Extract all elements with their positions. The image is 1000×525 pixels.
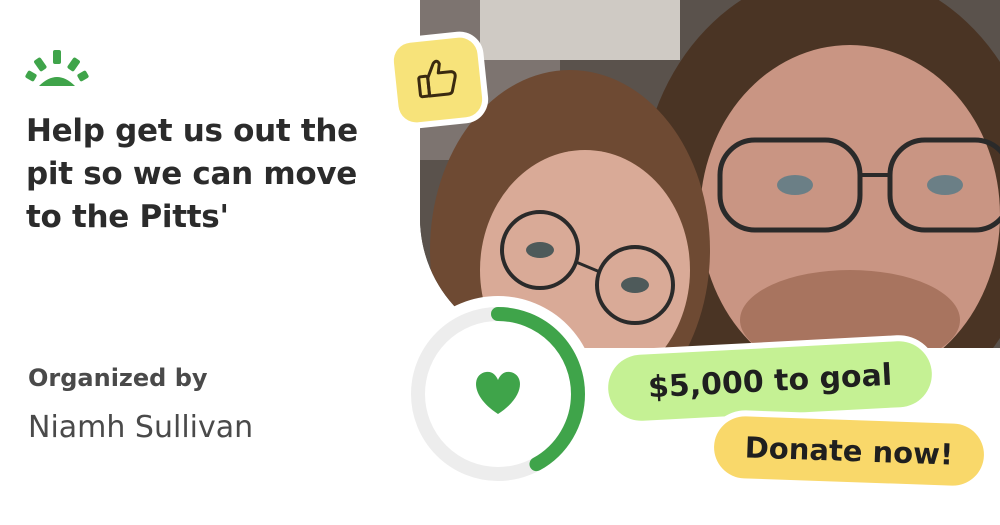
heart-icon (476, 371, 520, 414)
donation-progress-ring (400, 296, 596, 492)
donate-now-button[interactable]: Donate now! (713, 415, 985, 487)
organizer-name[interactable]: Niamh Sullivan (28, 410, 253, 445)
organized-by-label: Organized by (28, 364, 208, 392)
goal-amount-badge: $5,000 to goal (606, 339, 934, 423)
thumbs-up-badge (392, 35, 484, 125)
campaign-title: Help get us out the pit so we can move t… (26, 113, 358, 235)
sunrise-logo-icon (24, 46, 90, 90)
thumbs-up-icon (413, 53, 464, 108)
